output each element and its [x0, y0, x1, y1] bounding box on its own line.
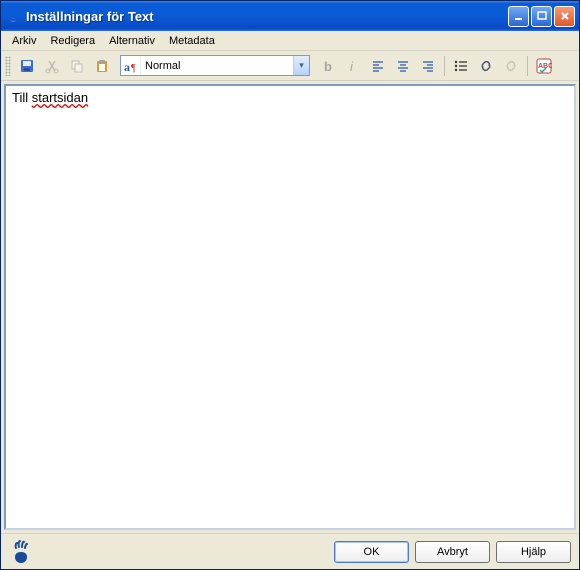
save-button[interactable]	[16, 55, 38, 77]
window-controls	[508, 6, 575, 27]
menu-redigera[interactable]: Redigera	[43, 33, 102, 49]
toolbar: a¶ Normal ▾ b i	[1, 51, 579, 81]
java-icon	[5, 8, 21, 24]
app-logo-icon	[9, 540, 33, 564]
editor-misspelled: startsidan	[32, 90, 88, 105]
italic-button[interactable]: i	[342, 55, 364, 77]
align-left-button[interactable]	[367, 55, 389, 77]
toolbar-separator	[444, 56, 445, 76]
menu-metadata[interactable]: Metadata	[162, 33, 222, 49]
svg-text:a: a	[124, 60, 130, 74]
insert-link-button[interactable]	[475, 55, 497, 77]
style-icon: a¶	[121, 56, 141, 75]
menubar: Arkiv Redigera Alternativ Metadata	[1, 31, 579, 51]
window: Inställningar för Text Arkiv Redigera Al…	[0, 0, 580, 570]
cut-button[interactable]	[41, 55, 63, 77]
spellcheck-button[interactable]: ABC	[533, 55, 555, 77]
align-right-button[interactable]	[417, 55, 439, 77]
toolbar-separator-2	[527, 56, 528, 76]
svg-text:¶: ¶	[131, 63, 136, 74]
window-title: Inställningar för Text	[26, 9, 508, 24]
editor-text: Till	[12, 90, 32, 105]
style-value: Normal	[141, 60, 293, 72]
bottombar: OK Avbryt Hjälp	[1, 533, 579, 569]
remove-link-button[interactable]	[500, 55, 522, 77]
bold-button[interactable]: b	[317, 55, 339, 77]
bulleted-list-button[interactable]	[450, 55, 472, 77]
text-editor[interactable]: Till startsidan	[4, 84, 576, 530]
menu-alternativ[interactable]: Alternativ	[102, 33, 162, 49]
toolbar-grip	[5, 56, 11, 76]
chevron-down-icon[interactable]: ▾	[293, 56, 309, 75]
minimize-button[interactable]	[508, 6, 529, 27]
style-dropdown[interactable]: a¶ Normal ▾	[120, 55, 310, 76]
close-button[interactable]	[554, 6, 575, 27]
ok-button[interactable]: OK	[334, 541, 409, 563]
titlebar[interactable]: Inställningar för Text	[1, 1, 579, 31]
svg-text:b: b	[324, 59, 332, 74]
copy-button[interactable]	[66, 55, 88, 77]
editor-frame: Till startsidan	[1, 81, 579, 533]
help-button[interactable]: Hjälp	[496, 541, 571, 563]
menu-arkiv[interactable]: Arkiv	[5, 33, 43, 49]
paste-button[interactable]	[91, 55, 113, 77]
svg-text:i: i	[350, 59, 354, 74]
cancel-button[interactable]: Avbryt	[415, 541, 490, 563]
maximize-button[interactable]	[531, 6, 552, 27]
align-center-button[interactable]	[392, 55, 414, 77]
